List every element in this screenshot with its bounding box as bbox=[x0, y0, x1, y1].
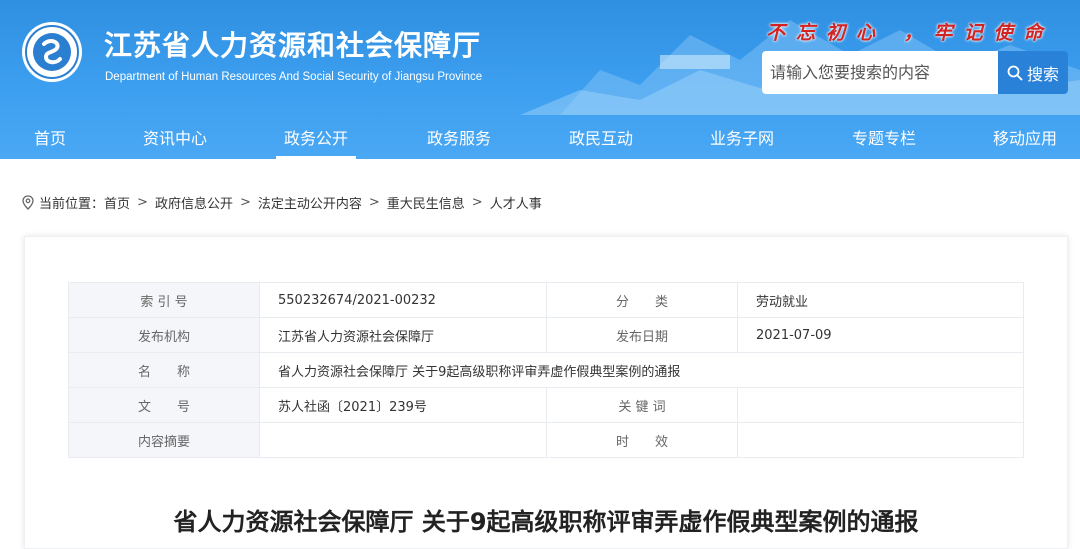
search-button[interactable]: 搜索 bbox=[998, 51, 1068, 94]
summary-value bbox=[259, 422, 547, 458]
validity-value bbox=[737, 422, 1024, 458]
nav-item-news[interactable]: 资讯中心 bbox=[130, 115, 220, 159]
breadcrumb-separator: > bbox=[137, 194, 148, 210]
category-value: 劳动就业 bbox=[737, 282, 1024, 318]
publisher-value: 江苏省人力资源社会保障厅 bbox=[259, 317, 547, 353]
search-input[interactable] bbox=[762, 51, 998, 94]
doc-number-value: 苏人社函〔2021〕239号 bbox=[259, 387, 547, 423]
breadcrumb-link-statutory[interactable]: 法定主动公开内容 bbox=[258, 193, 362, 212]
site-title[interactable]: 江苏省人力资源和社会保障厅 bbox=[104, 24, 481, 64]
info-row: 发布机构 江苏省人力资源社会保障厅 发布日期 2021-07-09 bbox=[68, 317, 1024, 353]
publisher-label: 发布机构 bbox=[68, 317, 260, 353]
nav-item-services[interactable]: 政务服务 bbox=[414, 115, 504, 159]
site-header: 江苏省人力资源和社会保障厅 Department of Human Resour… bbox=[0, 0, 1080, 159]
nav-item-home[interactable]: 首页 bbox=[0, 115, 100, 159]
name-label: 名 称 bbox=[68, 352, 260, 388]
date-label: 发布日期 bbox=[546, 317, 738, 353]
info-row: 内容摘要 时 效 bbox=[68, 422, 1024, 458]
nav-item-topics[interactable]: 专题专栏 bbox=[839, 115, 929, 159]
validity-label: 时 效 bbox=[546, 422, 738, 458]
nav-item-gov-affairs[interactable]: 政务公开 bbox=[274, 115, 358, 159]
search-button-label: 搜索 bbox=[1026, 64, 1059, 84]
site-logo[interactable] bbox=[22, 22, 82, 82]
doc-number-label: 文 号 bbox=[68, 387, 260, 423]
index-label: 索 引 号 bbox=[68, 282, 260, 318]
keywords-value bbox=[737, 387, 1024, 423]
nav-item-interaction[interactable]: 政民互动 bbox=[556, 115, 646, 159]
info-row: 名 称 省人力资源社会保障厅 关于9起高级职称评审弄虚作假典型案例的通报 bbox=[68, 352, 1024, 388]
search-icon bbox=[1007, 65, 1023, 80]
document-info-table: 索 引 号 550232674/2021-00232 分 类 劳动就业 发布机构… bbox=[68, 282, 1024, 458]
info-row: 索 引 号 550232674/2021-00232 分 类 劳动就业 bbox=[68, 282, 1024, 318]
nav-item-mobile[interactable]: 移动应用 bbox=[980, 115, 1070, 159]
breadcrumb-separator: > bbox=[239, 194, 251, 210]
breadcrumb-link-livelihood[interactable]: 重大民生信息 bbox=[387, 193, 465, 212]
document-title: 省人力资源社会保障厅 关于9起高级职称评审弄虚作假典型案例的通报 bbox=[173, 508, 919, 536]
index-value: 550232674/2021-00232 bbox=[259, 282, 547, 318]
breadcrumb-link-talent[interactable]: 人才人事 bbox=[490, 193, 542, 212]
breadcrumb-link-gov-info[interactable]: 政府信息公开 bbox=[155, 193, 233, 212]
breadcrumb-separator: > bbox=[471, 194, 483, 210]
breadcrumb-separator: > bbox=[368, 194, 380, 210]
date-value: 2021-07-09 bbox=[737, 317, 1024, 353]
summary-label: 内容摘要 bbox=[68, 422, 260, 458]
location-pin-icon bbox=[22, 194, 34, 210]
category-label: 分 类 bbox=[546, 282, 738, 318]
main-nav: 首页 资讯中心 政务公开 政务服务 政民互动 业务子网 专题专栏 移动应用 bbox=[0, 115, 1080, 159]
site-subtitle: Department of Human Resources And Social… bbox=[105, 71, 483, 83]
breadcrumb-link-home[interactable]: 首页 bbox=[104, 193, 130, 212]
nav-item-subsites[interactable]: 业务子网 bbox=[697, 115, 787, 159]
breadcrumb-prefix: 当前位置： bbox=[39, 196, 105, 212]
slogan: 不忘初心 ，牢记使命 bbox=[766, 22, 1054, 44]
keywords-label: 关 键 词 bbox=[546, 387, 738, 423]
name-value: 省人力资源社会保障厅 关于9起高级职称评审弄虚作假典型案例的通报 bbox=[259, 352, 1024, 388]
hrss-logo-icon bbox=[25, 25, 79, 79]
breadcrumb: 当前位置： 首页 > 政府信息公开 > 法定主动公开内容 > 重大民生信息 > … bbox=[22, 193, 542, 212]
info-row: 文 号 苏人社函〔2021〕239号 关 键 词 bbox=[68, 387, 1024, 423]
